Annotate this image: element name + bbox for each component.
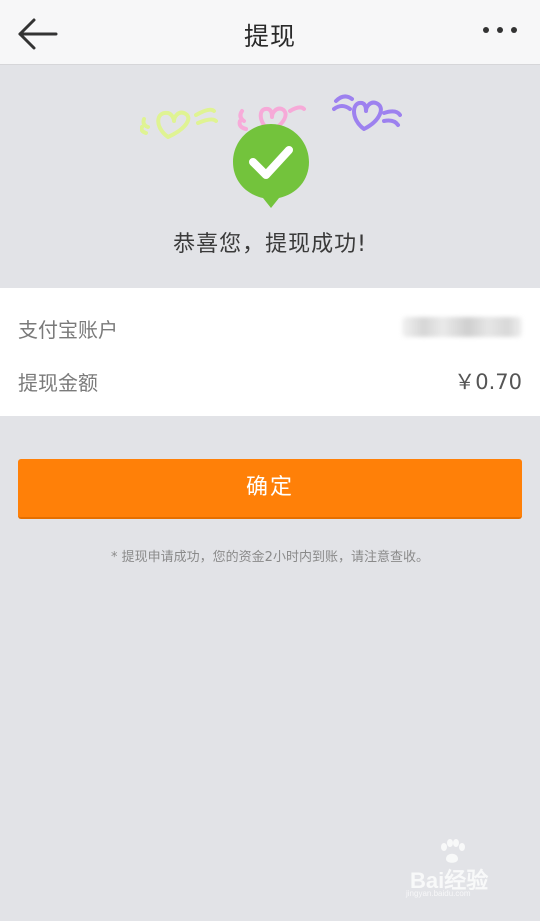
amount-row: 提现金额 ￥0.70 — [18, 359, 522, 399]
account-value-blurred — [402, 317, 522, 337]
more-button[interactable] — [480, 18, 520, 44]
watermark-url: jingyan.baidu.com — [406, 889, 471, 898]
nav-bar: 提现 — [0, 0, 540, 65]
baidu-jingyan-watermark: Bai经验 jingyan.baidu.com — [402, 839, 512, 899]
amount-value: ￥0.70 — [454, 370, 522, 394]
more-dots-icon — [483, 27, 517, 33]
account-row: 支付宝账户 — [18, 306, 522, 346]
success-hero: 恭喜您，提现成功! — [0, 65, 540, 287]
confirm-button[interactable]: 确定 — [18, 459, 522, 519]
heart-wings-doodle-icon — [140, 107, 218, 139]
withdraw-details-card: 支付宝账户 提现金额 ￥0.70 — [0, 288, 540, 416]
check-circle-icon — [233, 124, 309, 208]
paw-icon — [441, 839, 465, 863]
arrival-note: * 提现申请成功，您的资金2小时内到账，请注意查收。 — [111, 550, 429, 565]
success-message: 恭喜您，提现成功! — [173, 232, 367, 257]
account-label: 支付宝账户 — [18, 318, 118, 342]
amount-label: 提现金额 — [18, 371, 98, 395]
page-title: 提现 — [243, 22, 296, 51]
heart-wings-doodle-icon — [332, 94, 402, 131]
